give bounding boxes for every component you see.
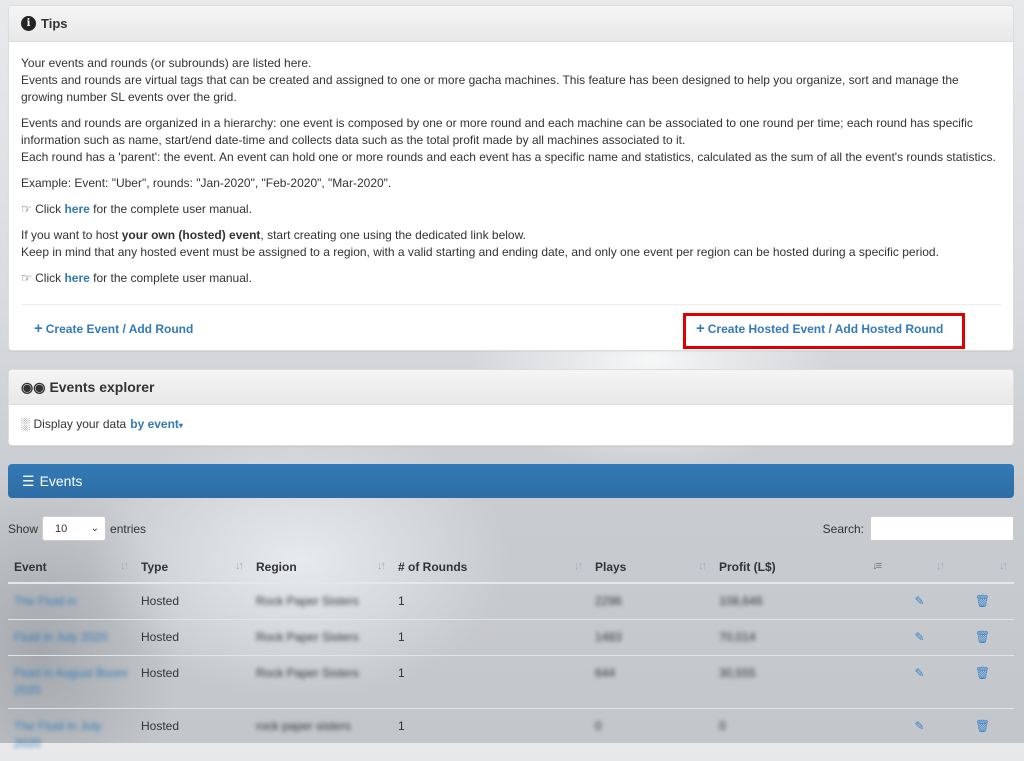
column-header-edit[interactable]: ↓↑	[888, 550, 951, 583]
trash-icon[interactable]: 🗑	[975, 718, 990, 735]
entries-select[interactable]: 10 ⌄	[42, 516, 106, 541]
tips-description: Events and rounds are virtual tags that …	[21, 73, 959, 104]
search-input[interactable]	[870, 516, 1014, 541]
event-plays: 2296	[595, 594, 622, 608]
event-plays: 644	[595, 666, 615, 680]
tips-parent: Each round has a 'parent': the event. An…	[21, 150, 996, 164]
events-header: ☰ Events	[8, 464, 1014, 498]
sort-desc-icon: ↓≡	[872, 560, 880, 572]
event-type: Hosted	[135, 709, 250, 761]
table-row: The Fluid in July 2020 Hosted rock paper…	[8, 709, 1014, 761]
binoculars-icon: ◉◉	[21, 379, 45, 396]
table-header-row: Event↓↑ Type↓↑ Region↓↑ # of Rounds↓↑ Pl…	[8, 550, 1014, 583]
event-profit: 30,555	[719, 666, 756, 680]
display-label: Display your data	[34, 417, 127, 431]
column-header-plays[interactable]: Plays↓↑	[589, 550, 713, 583]
entries-length-control: Show 10 ⌄ entries	[8, 516, 146, 541]
column-header-type[interactable]: Type↓↑	[135, 550, 250, 583]
event-region: Rock Paper Sisters	[256, 630, 359, 644]
sort-icon: ↓↑	[574, 560, 581, 572]
hand-pointer-icon: ☞	[21, 202, 32, 216]
tips-panel: i Tips Your events and rounds (or subrou…	[8, 5, 1014, 351]
event-profit: 108,646	[719, 594, 762, 608]
pencil-icon[interactable]: ✎	[914, 718, 924, 735]
column-header-delete[interactable]: ↓↑	[951, 550, 1014, 583]
display-mode-dropdown[interactable]: by event▾	[130, 417, 183, 431]
event-region: Rock Paper Sisters	[256, 594, 359, 608]
search-label: Search:	[823, 522, 864, 536]
plus-icon: +	[34, 323, 43, 335]
table-row: Fluid in August Boom 2020 Hosted Rock Pa…	[8, 656, 1014, 709]
sort-icon: ↓↑	[377, 560, 384, 572]
event-rounds: 1	[392, 709, 589, 761]
pencil-icon[interactable]: ✎	[914, 665, 924, 682]
hand-pointer-icon: ☞	[21, 271, 32, 285]
manual-link[interactable]: here	[64, 202, 89, 216]
tips-hosted-rules: Keep in mind that any hosted event must …	[21, 245, 939, 259]
table-row: The Fluid in Hosted Rock Paper Sisters 1…	[8, 583, 1014, 620]
column-header-region[interactable]: Region↓↑	[250, 550, 392, 583]
pencil-icon[interactable]: ✎	[914, 629, 924, 646]
event-region: rock paper sisters	[256, 719, 351, 733]
tips-footer: + Create Event / Add Round + Create Host…	[21, 304, 1001, 351]
explorer-title: Events explorer	[49, 379, 154, 395]
signpost-icon: ☰	[22, 473, 35, 490]
trash-icon[interactable]: 🗑	[975, 665, 990, 682]
event-rounds: 1	[392, 583, 589, 620]
sort-icon: ↓↑	[120, 560, 127, 572]
trash-icon[interactable]: 🗑	[975, 593, 990, 610]
events-explorer-panel: ◉◉ Events explorer ░ Display your data b…	[8, 369, 1014, 446]
events-title: Events	[40, 473, 83, 489]
bar-chart-icon: ░	[21, 417, 30, 431]
create-event-button[interactable]: + Create Event / Add Round	[34, 322, 193, 336]
sort-icon: ↓↑	[999, 560, 1006, 572]
event-profit: 70,014	[719, 630, 756, 644]
event-name-link[interactable]: Fluid in August Boom 2020	[14, 666, 127, 697]
tips-hierarchy: Events and rounds are organized in a hie…	[21, 116, 973, 147]
event-region: Rock Paper Sisters	[256, 666, 359, 680]
hosted-event-emphasis: your own (hosted) event	[122, 228, 261, 242]
tips-body: Your events and rounds (or subrounds) ar…	[9, 42, 1013, 287]
manual-link-2[interactable]: here	[64, 271, 89, 285]
event-name-link[interactable]: Fluid in July 2020	[14, 630, 107, 644]
search-control: Search:	[823, 516, 1014, 541]
sort-icon: ↓↑	[235, 560, 242, 572]
tips-intro: Your events and rounds (or subrounds) ar…	[21, 56, 311, 70]
explorer-heading: ◉◉ Events explorer	[9, 370, 1013, 405]
chevron-down-icon: ⌄	[91, 523, 99, 534]
tips-title: Tips	[41, 16, 68, 31]
info-icon: i	[21, 16, 36, 31]
trash-icon[interactable]: 🗑	[975, 629, 990, 646]
sort-icon: ↓↑	[936, 560, 943, 572]
event-rounds: 1	[392, 620, 589, 656]
event-profit: 0	[719, 719, 726, 733]
column-header-rounds[interactable]: # of Rounds↓↑	[392, 550, 589, 583]
column-header-event[interactable]: Event↓↑	[8, 550, 135, 583]
plus-icon: +	[696, 323, 705, 335]
event-type: Hosted	[135, 620, 250, 656]
event-plays: 0	[595, 719, 602, 733]
events-table: Event↓↑ Type↓↑ Region↓↑ # of Rounds↓↑ Pl…	[8, 550, 1014, 761]
table-row: Fluid in July 2020 Hosted Rock Paper Sis…	[8, 620, 1014, 656]
explorer-body: ░ Display your data by event▾	[9, 405, 1013, 443]
tips-example: Example: Event: "Uber", rounds: "Jan-202…	[21, 175, 1001, 192]
create-hosted-event-button[interactable]: + Create Hosted Event / Add Hosted Round	[696, 322, 943, 336]
event-name-link[interactable]: The Fluid in July 2020	[14, 719, 101, 750]
tips-heading: i Tips	[9, 6, 1013, 42]
event-rounds: 1	[392, 656, 589, 709]
column-header-profit[interactable]: Profit (L$)↓≡	[713, 550, 888, 583]
caret-down-icon: ▾	[179, 421, 183, 430]
sort-icon: ↓↑	[698, 560, 705, 572]
event-type: Hosted	[135, 656, 250, 709]
event-name-link[interactable]: The Fluid in	[14, 594, 77, 608]
event-type: Hosted	[135, 583, 250, 620]
pencil-icon[interactable]: ✎	[914, 593, 924, 610]
event-plays: 1483	[595, 630, 622, 644]
